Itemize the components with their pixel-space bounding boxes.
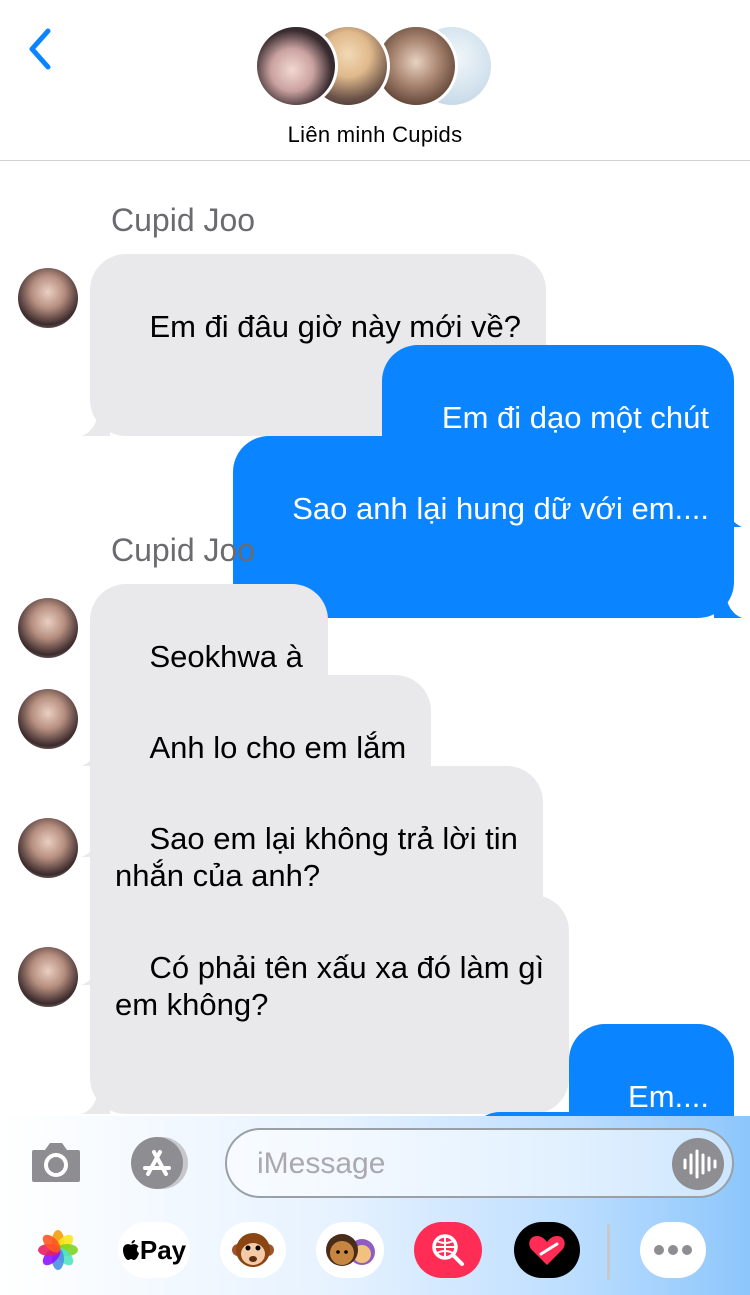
message-text: Anh lo cho em lắm [149,730,407,765]
message-text: Em đi dạo một chút [441,400,709,435]
chevron-left-icon [29,28,51,70]
composer-bar: iMessage Pay [0,1116,750,1295]
sender-avatar[interactable] [18,268,78,328]
photos-app-button[interactable] [30,1222,86,1278]
app-store-button[interactable] [126,1136,192,1190]
more-apps-button[interactable] [640,1222,706,1278]
digital-touch-button[interactable] [514,1222,580,1278]
sender-name: Cupid Joo [111,202,256,238]
group-name[interactable]: Liên minh Cupids [0,122,750,148]
sender-avatar[interactable] [18,947,78,1007]
digital-touch-icon [529,1236,565,1265]
bubble-tail [82,410,110,436]
apple-pay-button[interactable]: Pay [118,1222,190,1278]
message-text: Có phải tên xấu xa đó làm gì em không? [115,950,545,1022]
image-search-icon [432,1234,464,1266]
message-input-placeholder: iMessage [257,1147,386,1180]
bubble-tail [82,1088,110,1114]
conversation-header: Liên minh Cupids [0,0,750,161]
bubble-tail [714,592,742,618]
message-text: Sao em lại không trả lời tin nhắn của an… [115,821,518,893]
message-text: Seokhwa à [149,639,303,674]
animoji-button[interactable] [220,1222,286,1278]
sender-avatar[interactable] [18,689,78,749]
audio-waveform-icon [683,1149,717,1179]
apple-pay-icon [122,1240,139,1260]
memoji-button[interactable] [316,1222,384,1278]
message-text: Em đi đâu giờ này mới về? [149,309,521,344]
app-drawer: Pay [0,1222,750,1282]
more-icon [654,1245,692,1255]
photos-icon [38,1230,78,1270]
sender-avatar[interactable] [18,598,78,658]
member-avatar-1 [254,24,338,108]
message-text: Em.... [628,1079,709,1114]
group-avatar-stack[interactable] [254,24,498,108]
back-button[interactable] [22,26,62,72]
app-store-icon [131,1137,188,1189]
image-search-button[interactable] [414,1222,482,1278]
message-text: Sao anh lại hung dữ với em.... [292,491,709,526]
camera-button[interactable] [30,1140,82,1184]
camera-icon [32,1143,80,1182]
apple-pay-label: Pay [139,1234,187,1265]
sender-name: Cupid Joo [111,532,256,568]
message-bubble-incoming[interactable]: Có phải tên xấu xa đó làm gì em không? [82,895,570,1114]
tray-divider [607,1224,610,1280]
sender-avatar[interactable] [18,818,78,878]
audio-record-button[interactable] [672,1138,724,1190]
memoji-icon [326,1234,375,1266]
message-input[interactable]: iMessage [225,1128,734,1198]
monkey-animoji-icon [232,1233,274,1267]
